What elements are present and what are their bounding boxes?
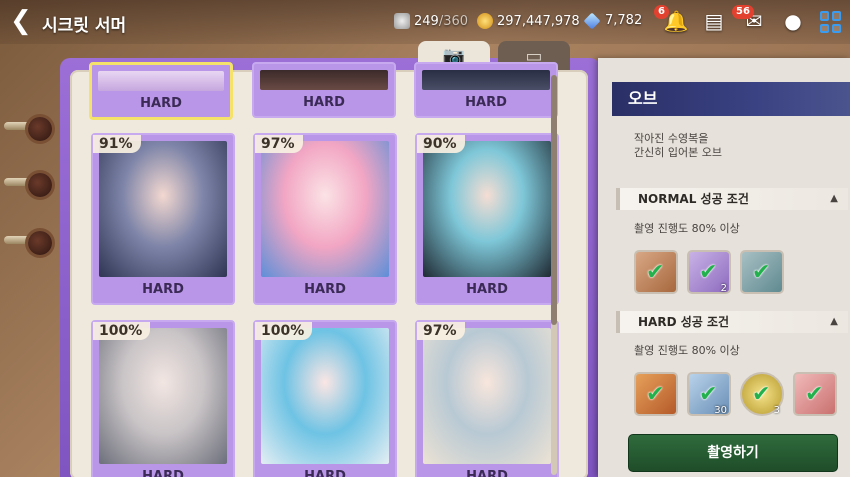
card-art [261,328,389,464]
stamina-max: /360 [438,13,469,29]
card-difficulty: HARD [466,469,508,477]
binder-ring [28,173,52,197]
card-difficulty: HARD [140,96,182,111]
card-difficulty: HARD [466,282,508,297]
card-art [260,70,388,90]
stamina-counter[interactable]: 249 /360 [394,13,468,29]
stamina-current: 249 [414,13,439,29]
card-difficulty: HARD [142,282,184,297]
shoot-button[interactable]: 촬영하기 [628,434,838,472]
description-line: 작아진 수영복을 [634,132,709,145]
card-art [423,141,551,277]
expand-arrow-icon: ▲ [830,316,838,327]
hard-condition-title: HARD 성공 조건 [638,315,730,329]
normal-condition-title: NORMAL 성공 조건 [638,192,749,206]
description-line: 간신히 입어본 오브 [634,146,722,159]
card-progress-percent: 97% [255,135,303,153]
reward-bag-icon[interactable]: ✔ [634,250,678,294]
photo-card[interactable]: 100% HARD [91,320,235,477]
check-icon: ✔ [752,260,771,285]
hard-condition-text: 촬영 진행도 80% 이상 [634,344,740,357]
normal-condition-text: 촬영 진행도 80% 이상 [634,222,740,235]
binder-ring [28,231,52,255]
gold-amount: 297,447,978 [497,13,580,29]
mail-button[interactable]: ✉ 56 [732,5,768,34]
reward-crystal-blue-icon[interactable]: ✔ 30 [687,372,731,416]
back-arrow-icon[interactable]: ❮ [10,8,34,34]
mail-badge: 56 [732,5,754,19]
gem-amount: 7,782 [605,13,643,28]
card-art [423,328,551,464]
expand-arrow-icon: ▲ [830,193,838,204]
gem-icon [583,12,601,29]
card-difficulty: HARD [304,282,346,297]
reward-count: 3 [773,405,780,416]
card-progress-percent: 90% [417,135,465,153]
reward-count: 2 [720,283,727,294]
reward-count: 30 [714,405,727,416]
character-description: 작아진 수영복을 간신히 입어본 오브 [634,132,834,160]
card-art [99,141,227,277]
photo-card[interactable]: HARD [252,62,396,118]
check-icon: ✔ [699,260,718,285]
card-art [422,70,550,90]
card-progress-percent: 100% [255,322,313,340]
stamina-icon [394,13,410,29]
top-bar: ❮ 시크릿 서머 249 /360 297,447,978 7,782 🔔 6 … [0,0,850,44]
photo-card[interactable]: 97% HARD [415,320,559,477]
card-progress-percent: 91% [93,135,141,153]
card-difficulty: HARD [303,95,345,110]
photo-card[interactable]: HARD [89,62,233,120]
notification-badge: 6 [654,5,669,19]
reward-flower-icon[interactable]: ✔ 2 [687,250,731,294]
check-icon: ✔ [646,260,665,285]
card-progress-percent: 97% [417,322,465,340]
chat-button[interactable]: ● [779,8,807,34]
card-difficulty: HARD [465,95,507,110]
photo-card[interactable]: 91% HARD [91,133,235,305]
reward-gift-box-icon[interactable]: ✔ [793,372,837,416]
card-art [99,328,227,464]
backpack-icon: ▤ [704,9,724,33]
check-icon: ✔ [646,382,665,407]
photo-card[interactable]: 97% HARD [253,133,397,305]
reward-crystal-icon[interactable]: ✔ [740,250,784,294]
normal-condition-header[interactable]: NORMAL 성공 조건 ▲ [616,188,848,210]
scrollbar[interactable] [551,75,557,475]
gold-coin-icon [477,13,493,29]
card-progress-percent: 100% [93,322,151,340]
gem-counter[interactable]: 7,782 [583,12,643,29]
card-difficulty: HARD [142,469,184,477]
photo-card[interactable]: HARD [414,62,558,118]
photo-card[interactable]: 90% HARD [415,133,559,305]
photo-card[interactable]: 100% HARD [253,320,397,477]
gold-counter[interactable]: 297,447,978 [477,13,580,29]
reward-crystal-orange-icon[interactable]: ✔ [634,372,678,416]
card-art [98,71,224,91]
character-name: 오브 [612,82,850,116]
hard-condition-header[interactable]: HARD 성공 조건 ▲ [616,311,848,333]
notification-bell-button[interactable]: 🔔 6 [654,5,690,34]
check-icon: ✔ [699,382,718,407]
page-title: 시크릿 서머 [42,16,127,36]
card-art [261,141,389,277]
chat-bubble-icon: ● [784,9,802,33]
reward-coin-icon[interactable]: ✔ 3 [740,372,784,416]
inventory-button[interactable]: ▤ [700,8,728,34]
scrollbar-thumb[interactable] [551,75,557,325]
check-icon: ✔ [752,382,771,407]
binder-ring [28,117,52,141]
menu-grid-icon[interactable] [820,11,842,33]
card-difficulty: HARD [304,469,346,477]
check-icon: ✔ [805,382,824,407]
